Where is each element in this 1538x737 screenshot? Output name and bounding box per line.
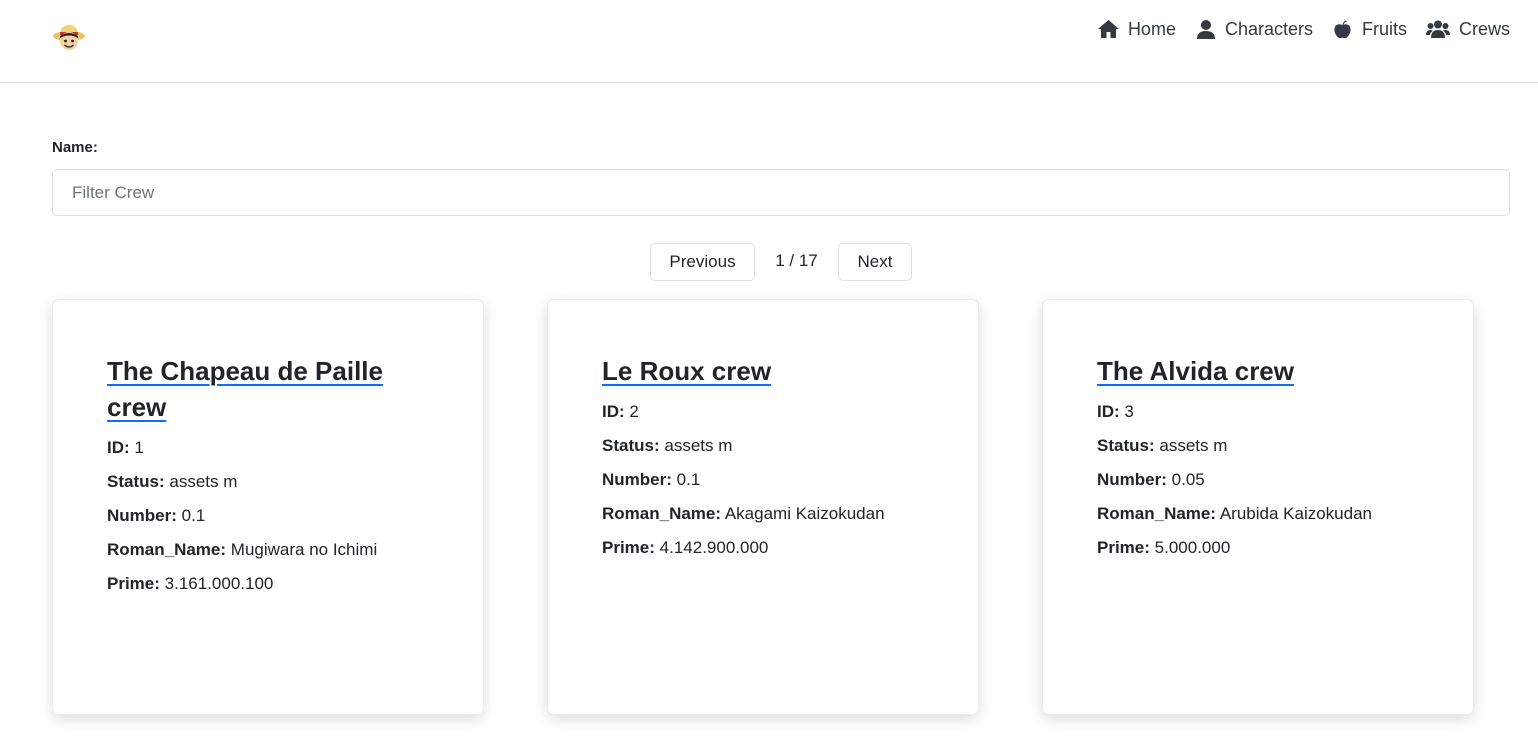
user-icon [1195,19,1217,39]
nav-item-home[interactable]: Home [1098,19,1176,40]
field-label: ID: [602,402,625,421]
field-label: ID: [1097,402,1120,421]
straw-hat-pirate-icon[interactable] [52,14,86,60]
crew-status: Status: assets m [1097,435,1419,457]
field-label: Roman_Name: [1097,504,1217,523]
field-value: 0.05 [1171,470,1205,489]
nav-item-characters[interactable]: Characters [1195,19,1313,40]
crew-status: Status: assets m [602,435,924,457]
nav-item-label: Characters [1224,18,1313,39]
field-value: assets m [169,472,238,491]
field-label: Number: [1097,470,1167,489]
field-value: 0.1 [181,506,206,525]
main-nav: Home Characters Fruits Crews [1079,16,1510,42]
field-label: Prime: [1097,538,1150,557]
nav-item-label: Fruits [1361,18,1407,39]
crew-roman-name: Roman_Name: Mugiwara no Ichimi [107,539,429,561]
crew-number: Number: 0.1 [602,469,924,491]
nav-item-crews[interactable]: Crews [1426,19,1510,40]
field-label: Prime: [107,574,160,593]
users-icon [1426,19,1451,39]
crew-prime: Prime: 4.142.900.000 [602,537,924,559]
field-label: ID: [107,438,130,457]
field-value: 4.142.900.000 [659,538,769,557]
field-value: 5.000.000 [1154,538,1231,557]
field-label: Number: [107,506,177,525]
crew-roman-name: Roman_Name: Arubida Kaizokudan [1097,503,1419,525]
field-value: 2 [629,402,639,421]
field-value: assets m [664,436,733,455]
crew-title-link[interactable]: The Chapeau de Paille crew [107,353,429,425]
crew-status: Status: assets m [107,471,429,493]
crew-prime: Prime: 3.161.000.100 [107,573,429,595]
crew-title-link[interactable]: Le Roux crew [602,353,924,389]
field-value: 3 [1124,402,1134,421]
crew-card: The Alvida crew ID: 3 Status: assets m N… [1042,299,1474,715]
field-label: Status: [602,436,660,455]
field-value: 1 [134,438,144,457]
navbar: Home Characters Fruits Crews [0,0,1538,83]
field-value: assets m [1159,436,1228,455]
crew-id: ID: 2 [602,401,924,423]
home-icon [1098,19,1120,39]
crew-number: Number: 0.05 [1097,469,1419,491]
crew-card: The Chapeau de Paille crew ID: 1 Status:… [52,299,484,715]
crew-number: Number: 0.1 [107,505,429,527]
field-value: 3.161.000.100 [164,574,274,593]
field-value: Akagami Kaizokudan [724,504,885,523]
page-indicator: 1 / 17 [775,251,818,270]
apple-icon [1332,19,1354,39]
field-value: Mugiwara no Ichimi [230,540,378,559]
nav-item-label: Crews [1458,18,1510,39]
field-value: 0.1 [676,470,701,489]
field-label: Status: [107,472,165,491]
field-label: Number: [602,470,672,489]
nav-item-label: Home [1127,18,1176,39]
crew-title-link[interactable]: The Alvida crew [1097,353,1419,389]
nav-item-fruits[interactable]: Fruits [1332,19,1407,40]
crew-roman-name: Roman_Name: Akagami Kaizokudan [602,503,924,525]
filter-label: Name: [52,139,98,156]
field-value: Arubida Kaizokudan [1219,504,1373,523]
pagination: Previous 1 / 17 Next [650,243,912,281]
filter-crew-input[interactable] [52,169,1510,216]
next-button[interactable]: Next [838,243,912,281]
field-label: Roman_Name: [107,540,227,559]
field-label: Prime: [602,538,655,557]
previous-button[interactable]: Previous [650,243,755,281]
field-label: Roman_Name: [602,504,722,523]
field-label: Status: [1097,436,1155,455]
crew-card: Le Roux crew ID: 2 Status: assets m Numb… [547,299,979,715]
crew-prime: Prime: 5.000.000 [1097,537,1419,559]
crew-id: ID: 3 [1097,401,1419,423]
crew-id: ID: 1 [107,437,429,459]
